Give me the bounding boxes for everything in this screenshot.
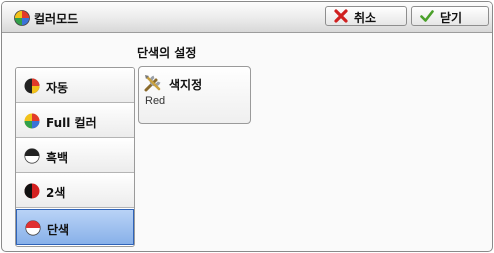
color-specify-label: 색지정 [169,78,203,92]
mode-item-single-color[interactable]: 단색 [16,209,134,245]
title-bar: 컬러모드 취소 닫기 [2,2,492,33]
color-mode-dialog: 컬러모드 취소 닫기 단색의 설정 자동 Full 컬러 흑백 2색 단색 색지… [1,1,493,252]
mode-item-two-color[interactable]: 2색 [16,173,134,208]
mode-item-label: 단색 [47,223,70,237]
two-color-icon [24,183,40,199]
dialog-title: 컬러모드 [34,12,79,26]
black-white-icon [24,148,40,164]
mode-item-full-color[interactable]: Full 컬러 [16,103,134,138]
mode-item-black-white[interactable]: 흑백 [16,138,134,173]
auto-color-icon [24,78,40,94]
close-button[interactable]: 닫기 [411,6,489,26]
close-button-label: 닫기 [440,11,463,25]
mode-item-label: 흑백 [46,151,69,165]
mode-item-label: 2색 [46,186,66,200]
full-color-icon [24,113,40,129]
mode-item-label: Full 컬러 [46,116,97,130]
color-specify-value: Red [145,95,166,107]
cancel-button-label: 취소 [354,11,377,25]
cancel-button[interactable]: 취소 [325,6,407,26]
color-mode-list: 자동 Full 컬러 흑백 2색 단색 [15,67,135,247]
single-color-icon [25,220,41,236]
checkmark-icon [420,10,434,22]
mode-item-label: 자동 [46,81,69,95]
mode-item-auto[interactable]: 자동 [16,68,134,103]
cancel-x-icon [334,9,348,23]
tools-icon [144,75,161,92]
color-specify-button[interactable]: 색지정 Red [138,66,251,124]
color-mode-icon [14,10,30,26]
section-title: 단색의 설정 [137,46,197,60]
